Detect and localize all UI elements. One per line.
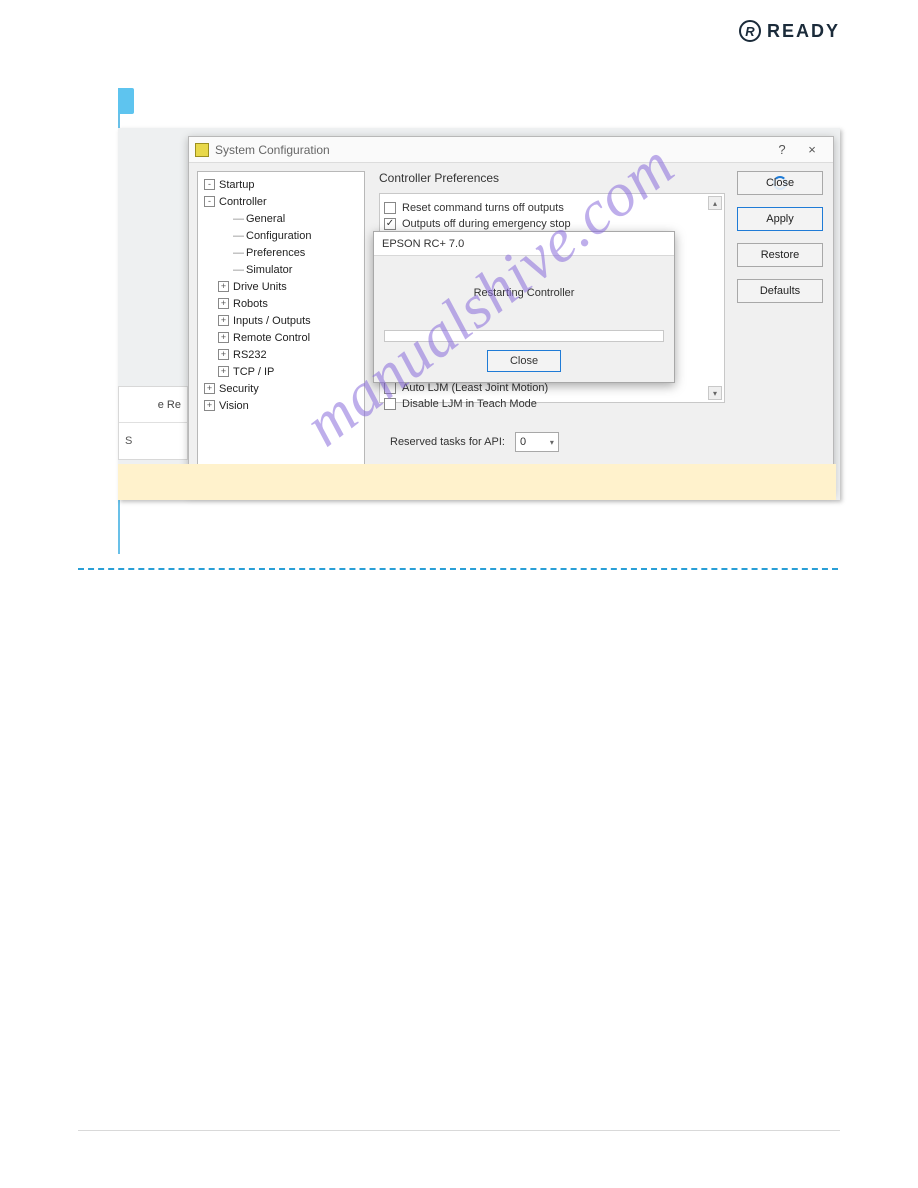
checkbox[interactable] xyxy=(384,382,396,394)
tree-node[interactable]: —Configuration xyxy=(200,227,362,244)
brand-logo-icon xyxy=(739,20,761,42)
modal-title: EPSON RC+ 7.0 xyxy=(374,232,674,256)
tree-node-label: Vision xyxy=(219,400,249,412)
tree-node-label: Configuration xyxy=(246,230,311,242)
tree-node[interactable]: + Remote Control xyxy=(200,329,362,346)
preference-row: Disable LJM in Teach Mode xyxy=(384,396,720,412)
restore-button[interactable]: Restore xyxy=(737,243,823,267)
preference-label: Disable LJM in Teach Mode xyxy=(402,398,537,410)
preference-label: Outputs off during emergency stop xyxy=(402,218,571,230)
modal-close-button[interactable]: Close xyxy=(487,350,561,372)
tree-node-label: Security xyxy=(219,383,259,395)
tree-expander-icon[interactable]: + xyxy=(218,298,229,309)
checkbox[interactable] xyxy=(384,218,396,230)
tree-node-label: Remote Control xyxy=(233,332,310,344)
tree-node-label: General xyxy=(246,213,285,225)
note-highlight-strip xyxy=(118,464,836,500)
tree-expander-icon[interactable]: + xyxy=(218,366,229,377)
preference-label: Auto LJM (Least Joint Motion) xyxy=(402,382,548,394)
brand-header: READY xyxy=(739,20,840,42)
scroll-up-icon[interactable]: ▴ xyxy=(708,196,722,210)
reserved-tasks-row: Reserved tasks for API: 0 ▾ xyxy=(390,432,559,452)
tree-node[interactable]: -Startup xyxy=(200,176,362,193)
modal-progress-bar xyxy=(384,330,664,342)
tree-node[interactable]: + TCP / IP xyxy=(200,363,362,380)
app-icon xyxy=(195,143,209,157)
tree-node[interactable]: —General xyxy=(200,210,362,227)
tree-node-label: Simulator xyxy=(246,264,292,276)
system-configuration-window: System Configuration ? × -Startup-Contro… xyxy=(188,136,834,494)
scroll-down-icon[interactable]: ▾ xyxy=(708,386,722,400)
restarting-controller-dialog: EPSON RC+ 7.0 Restarting Controller Clos… xyxy=(373,231,675,383)
tree-node[interactable]: + Security xyxy=(200,380,362,397)
sliver-row-2: S xyxy=(119,423,187,459)
tree-node[interactable]: + Robots xyxy=(200,295,362,312)
tree-node[interactable]: + RS232 xyxy=(200,346,362,363)
page-footer-rule xyxy=(78,1130,840,1131)
background-window-sliver: e Re S xyxy=(118,386,188,460)
tree-node[interactable]: —Simulator xyxy=(200,261,362,278)
tree-expander-icon[interactable]: + xyxy=(218,349,229,360)
embedded-screenshot: e Re S System Configuration ? × -Startup… xyxy=(118,128,840,500)
panel-title: Controller Preferences xyxy=(379,171,729,185)
tree-node-label: Robots xyxy=(233,298,268,310)
help-button[interactable]: ? xyxy=(767,140,797,160)
tree-node-label: RS232 xyxy=(233,349,267,361)
tree-node-label: Inputs / Outputs xyxy=(233,315,311,327)
tree-node[interactable]: + Inputs / Outputs xyxy=(200,312,362,329)
tree-expander-icon[interactable]: - xyxy=(204,196,215,207)
window-title: System Configuration xyxy=(215,143,767,157)
checkbox[interactable] xyxy=(384,398,396,410)
brand-name: READY xyxy=(767,21,840,42)
config-tree[interactable]: -Startup-Controller—General—Configuratio… xyxy=(197,171,365,485)
dialog-close-button[interactable]: Close xyxy=(737,171,823,195)
tree-node-label: Startup xyxy=(219,179,254,191)
tree-expander-icon[interactable]: + xyxy=(204,400,215,411)
tree-node-label: Controller xyxy=(219,196,267,208)
tree-node-label: TCP / IP xyxy=(233,366,274,378)
checkbox[interactable] xyxy=(384,202,396,214)
tree-expander-icon[interactable]: + xyxy=(218,315,229,326)
doc-step-marker xyxy=(118,88,134,114)
modal-message: Restarting Controller xyxy=(374,256,674,330)
tree-node[interactable]: + Drive Units xyxy=(200,278,362,295)
preference-label: Reset command turns off outputs xyxy=(402,202,564,214)
apply-button[interactable]: Apply xyxy=(737,207,823,231)
tree-expander-icon[interactable]: + xyxy=(218,281,229,292)
dialog-button-column: Close Apply Restore Defaults xyxy=(733,163,833,493)
reserved-tasks-label: Reserved tasks for API: xyxy=(390,436,505,448)
tree-expander-icon[interactable]: + xyxy=(218,332,229,343)
tree-node-label: Drive Units xyxy=(233,281,287,293)
tree-node[interactable]: —Preferences xyxy=(200,244,362,261)
preference-row: Reset command turns off outputs xyxy=(384,200,720,216)
preference-row: Outputs off during emergency stop xyxy=(384,216,720,232)
chevron-down-icon: ▾ xyxy=(550,438,554,447)
defaults-button[interactable]: Defaults xyxy=(737,279,823,303)
tree-node[interactable]: -Controller xyxy=(200,193,362,210)
tree-expander-icon[interactable]: + xyxy=(204,383,215,394)
tree-node[interactable]: + Vision xyxy=(200,397,362,414)
window-titlebar: System Configuration ? × xyxy=(189,137,833,163)
reserved-tasks-combo[interactable]: 0 ▾ xyxy=(515,432,559,452)
sliver-row-1: e Re xyxy=(119,387,187,423)
window-close-button[interactable]: × xyxy=(797,140,827,160)
tree-expander-icon[interactable]: - xyxy=(204,179,215,190)
tree-node-label: Preferences xyxy=(246,247,305,259)
